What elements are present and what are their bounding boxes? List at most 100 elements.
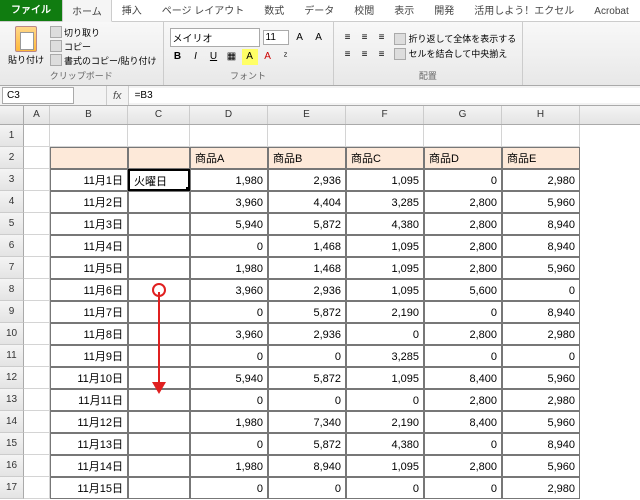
cell[interactable]: 5,940 [190,213,268,235]
copy-button[interactable]: コピー [50,40,157,53]
cell[interactable]: 11月5日 [50,257,128,279]
font-size-select[interactable]: 11 [263,30,289,45]
cell[interactable] [24,257,50,279]
cell[interactable] [24,169,50,191]
cell[interactable]: 2,800 [424,191,502,213]
underline-button[interactable]: U [206,49,222,65]
cell[interactable]: 5,872 [268,301,346,323]
cell[interactable] [24,411,50,433]
cell[interactable]: 0 [424,433,502,455]
cell[interactable]: 1,095 [346,279,424,301]
tab-layout[interactable]: ページ レイアウト [152,0,255,21]
fill-color-button[interactable]: A [242,49,258,65]
cell[interactable]: 4,380 [346,213,424,235]
cell[interactable]: 0 [346,323,424,345]
italic-button[interactable]: I [188,49,204,65]
cell[interactable]: 11月14日 [50,455,128,477]
col-header[interactable]: B [50,106,128,124]
cell[interactable]: 0 [190,389,268,411]
row-header[interactable]: 4 [0,191,24,213]
cell[interactable]: 0 [424,345,502,367]
cell[interactable]: 2,190 [346,411,424,433]
col-header[interactable]: C [128,106,190,124]
tab-home[interactable]: ホーム [62,0,112,22]
paste-button[interactable]: 貼り付け [6,24,46,68]
cell[interactable]: 8,400 [424,411,502,433]
cell[interactable]: 1,095 [346,235,424,257]
col-header[interactable]: D [190,106,268,124]
cell[interactable] [24,279,50,301]
col-header[interactable]: G [424,106,502,124]
cell[interactable]: 11月1日 [50,169,128,191]
cell[interactable] [128,411,190,433]
cell[interactable] [128,301,190,323]
cell[interactable]: 2,936 [268,169,346,191]
cell[interactable]: 5,872 [268,213,346,235]
cell[interactable]: 2,936 [268,279,346,301]
row-header[interactable]: 15 [0,433,24,455]
cell[interactable]: 11月13日 [50,433,128,455]
cell[interactable] [128,345,190,367]
col-header[interactable]: E [268,106,346,124]
align-top-button[interactable]: ≡ [340,30,356,46]
select-all-corner[interactable] [0,106,24,124]
cell[interactable]: 11月2日 [50,191,128,213]
cell[interactable]: 0 [190,235,268,257]
tab-view[interactable]: 表示 [384,0,424,21]
cell[interactable]: 1,095 [346,169,424,191]
cell[interactable]: 11月8日 [50,323,128,345]
cell[interactable]: 5,960 [502,191,580,213]
row-header[interactable]: 9 [0,301,24,323]
cell[interactable] [24,345,50,367]
cell[interactable]: 1,095 [346,257,424,279]
cell[interactable]: 2,800 [424,235,502,257]
cell[interactable]: 2,800 [424,323,502,345]
merge-center-button[interactable]: セルを結合して中央揃え [394,46,517,61]
tab-review[interactable]: 校閲 [344,0,384,21]
cell[interactable]: 3,285 [346,345,424,367]
col-header[interactable]: F [346,106,424,124]
cell[interactable] [24,301,50,323]
cell[interactable]: 2,800 [424,257,502,279]
cell[interactable]: 8,400 [424,367,502,389]
cell[interactable] [24,477,50,499]
col-header[interactable]: A [24,106,50,124]
cell[interactable]: 5,872 [268,433,346,455]
row-header[interactable]: 8 [0,279,24,301]
row-header[interactable]: 5 [0,213,24,235]
cell[interactable] [128,389,190,411]
increase-font-icon[interactable]: A [292,29,308,45]
cell[interactable]: 3,285 [346,191,424,213]
cell[interactable]: 11月3日 [50,213,128,235]
align-right-button[interactable]: ≡ [374,47,390,63]
cell[interactable]: 2,190 [346,301,424,323]
cell[interactable]: 5,960 [502,367,580,389]
cell[interactable] [24,367,50,389]
cell[interactable]: 11月4日 [50,235,128,257]
cell[interactable]: 0 [346,389,424,411]
cell[interactable]: 11月12日 [50,411,128,433]
wrap-text-button[interactable]: 折り返して全体を表示する [394,31,517,46]
cell[interactable]: 2,800 [424,389,502,411]
cell[interactable]: 5,940 [190,367,268,389]
align-mid-button[interactable]: ≡ [357,30,373,46]
cell[interactable]: 5,960 [502,257,580,279]
cell[interactable]: 3,960 [190,279,268,301]
cell[interactable]: 3,960 [190,191,268,213]
cell[interactable] [24,455,50,477]
cell[interactable]: 1,980 [190,411,268,433]
tab-acrobat[interactable]: Acrobat [584,2,638,21]
tab-formula[interactable]: 数式 [254,0,294,21]
cell[interactable] [24,213,50,235]
cell[interactable] [128,323,190,345]
align-bot-button[interactable]: ≡ [374,30,390,46]
cell[interactable]: 0 [424,169,502,191]
cell[interactable]: 1,468 [268,257,346,279]
align-center-button[interactable]: ≡ [357,47,373,63]
phonetic-button[interactable]: ᶻ [278,49,294,65]
cell[interactable]: 1,980 [190,169,268,191]
cell[interactable]: 8,940 [502,235,580,257]
cell[interactable] [24,389,50,411]
row-header[interactable]: 12 [0,367,24,389]
cell[interactable]: 11月15日 [50,477,128,499]
